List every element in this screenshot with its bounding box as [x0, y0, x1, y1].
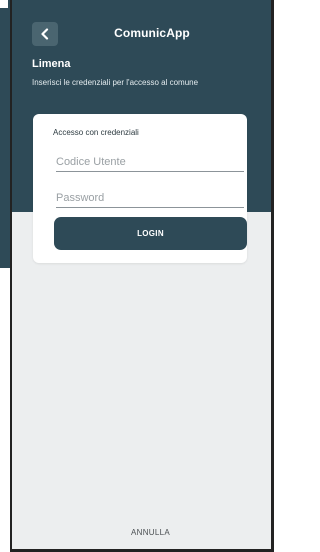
password-input[interactable]	[56, 189, 244, 208]
municipality-name: Limena	[32, 58, 71, 70]
login-button[interactable]: LOGIN	[54, 217, 247, 250]
login-card-title: Accesso con credenziali	[53, 128, 139, 137]
user-code-input[interactable]	[56, 153, 244, 172]
instructions-text: Inserisci le credenziali per l'accesso a…	[32, 78, 199, 87]
login-card: Accesso con credenziali LOGIN	[33, 114, 247, 263]
app-screen: ComunicApp Limena Inserisci le credenzia…	[12, 0, 271, 549]
back-button[interactable]	[32, 22, 58, 46]
device-frame-right-border	[271, 0, 274, 552]
app-title: ComunicApp	[114, 26, 190, 40]
chevron-left-icon	[41, 28, 49, 40]
cancel-button[interactable]: ANNULLA	[12, 528, 271, 537]
background-window-corner	[0, 0, 8, 8]
